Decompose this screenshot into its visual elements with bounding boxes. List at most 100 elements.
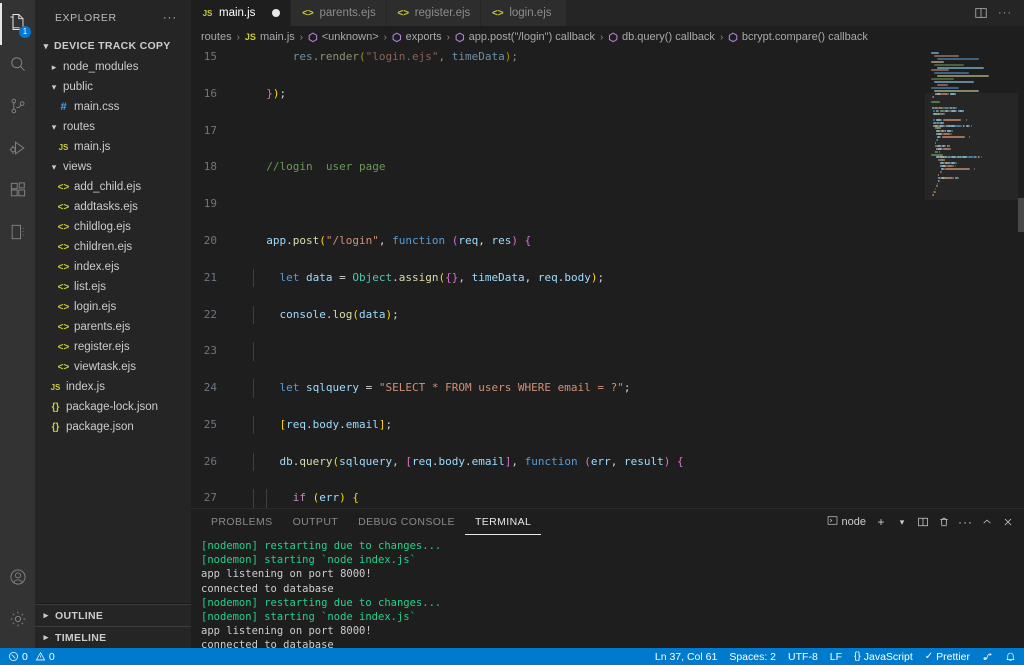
tree-folder-public[interactable]: ▾public	[35, 77, 191, 97]
activity-bar: 1	[0, 0, 35, 648]
code-scroll-region[interactable]: 15 res.render("login.ejs", timeData); 16 …	[191, 48, 925, 508]
code-line-text: if (err) {	[249, 489, 925, 507]
tree-file-add-child-ejs[interactable]: <>add_child.ejs	[35, 177, 191, 197]
activity-bar-item-source-control[interactable]	[0, 87, 35, 129]
status-remote[interactable]	[976, 648, 999, 665]
panel-tab-terminal[interactable]: TERMINAL	[465, 509, 541, 535]
terminal-shell-selector[interactable]: node	[823, 515, 870, 529]
editor-tab-main-js[interactable]: JSmain.js	[191, 0, 291, 26]
minimap[interactable]	[925, 48, 1024, 508]
sidebar-panel-timeline[interactable]: ▸ TIMELINE	[35, 626, 191, 648]
breadcrumb-item[interactable]: ⬡<unknown>	[308, 31, 379, 44]
code-line[interactable]: 23	[191, 342, 925, 360]
status-cursor-position[interactable]: Ln 37, Col 61	[649, 648, 723, 665]
terminal-line: [nodemon] restarting due to changes...	[201, 596, 1024, 610]
code-line[interactable]: 15 res.render("login.ejs", timeData);	[191, 48, 925, 66]
panel-tab-problems[interactable]: PROBLEMS	[201, 509, 283, 535]
editor-vertical-scrollbar[interactable]	[1018, 198, 1024, 232]
tree-file-register-ejs[interactable]: <>register.ejs	[35, 337, 191, 357]
check-icon: ✓	[925, 651, 933, 662]
code-line[interactable]: 18 //login user page	[191, 158, 925, 176]
activity-bar-item-search[interactable]	[0, 45, 35, 87]
code-line[interactable]: 27 if (err) {	[191, 489, 925, 507]
terminal-line: [nodemon] starting `node index.js`	[201, 553, 1024, 567]
editor-tab-login-ejs[interactable]: <>login.ejs	[481, 0, 567, 26]
unsaved-indicator-icon[interactable]	[272, 9, 280, 17]
ejs-file-icon: <>	[57, 342, 70, 353]
activity-bar-item-remote-explorer[interactable]	[0, 213, 35, 255]
panel-more-actions-button[interactable]: ···	[955, 511, 976, 533]
explorer-root-folder[interactable]: ▾ DEVICE TRACK COPY	[35, 35, 191, 57]
tree-folder-node-modules[interactable]: ▸node_modules	[35, 57, 191, 77]
split-editor-button[interactable]	[970, 2, 992, 24]
activity-bar-item-manage[interactable]	[0, 600, 35, 642]
tree-file-addtasks-ejs[interactable]: <>addtasks.ejs	[35, 197, 191, 217]
tree-file-parents-ejs[interactable]: <>parents.ejs	[35, 317, 191, 337]
terminal-output[interactable]: [nodemon] restarting due to changes...[n…	[191, 535, 1024, 648]
tree-file-children-ejs[interactable]: <>children.ejs	[35, 237, 191, 257]
sidebar-panel-outline[interactable]: ▸ OUTLINE	[35, 604, 191, 626]
code-line[interactable]: 25 [req.body.email];	[191, 416, 925, 434]
breadcrumb-item[interactable]: ⬡app.post("/login") callback	[455, 31, 595, 44]
status-eol[interactable]: LF	[824, 648, 848, 665]
terminal-dropdown-button[interactable]: ▾	[892, 511, 912, 533]
tree-folder-routes[interactable]: ▾routes	[35, 117, 191, 137]
minimap-line	[941, 119, 942, 121]
tree-file-main-js[interactable]: JSmain.js	[35, 137, 191, 157]
tree-file-viewtask-ejs[interactable]: <>viewtask.ejs	[35, 357, 191, 377]
code-line[interactable]: 26 db.query(sqlquery, [req.body.email], …	[191, 453, 925, 471]
breadcrumb-item[interactable]: ⬡db.query() callback	[608, 31, 715, 44]
tree-folder-views[interactable]: ▾views	[35, 157, 191, 177]
editor-more-actions-button[interactable]: ···	[994, 2, 1016, 24]
tree-file-index-js[interactable]: JSindex.js	[35, 377, 191, 397]
status-problems[interactable]: 0 0	[2, 648, 61, 665]
line-number: 15	[191, 48, 231, 66]
split-terminal-button[interactable]	[913, 511, 933, 533]
tree-file-package-json[interactable]: {}package.json	[35, 417, 191, 437]
maximize-panel-button[interactable]	[977, 511, 997, 533]
activity-bar-item-run-and-debug[interactable]	[0, 129, 35, 171]
code-line[interactable]: 20 app.post("/login", function (req, res…	[191, 232, 925, 250]
breadcrumb-item[interactable]: routes	[201, 31, 232, 43]
editor-tab-register-ejs[interactable]: <>register.ejs	[387, 0, 482, 26]
code-line[interactable]: 21 let data = Object.assign({}, timeData…	[191, 269, 925, 287]
activity-bar-item-explorer[interactable]: 1	[0, 3, 35, 45]
tree-file-login-ejs[interactable]: <>login.ejs	[35, 297, 191, 317]
js-file-icon: JS	[201, 9, 214, 18]
chevron-down-icon: ▾	[49, 122, 59, 133]
extensions-icon	[8, 180, 28, 205]
tree-file-list-ejs[interactable]: <>list.ejs	[35, 277, 191, 297]
terminal-line: [nodemon] restarting due to changes...	[201, 539, 1024, 553]
status-formatter[interactable]: ✓ Prettier	[919, 648, 976, 665]
tree-file-package-lock-json[interactable]: {}package-lock.json	[35, 397, 191, 417]
tree-file-childlog-ejs[interactable]: <>childlog.ejs	[35, 217, 191, 237]
breadcrumb-item[interactable]: ⬡exports	[392, 31, 442, 44]
breadcrumb-item[interactable]: JSmain.js	[245, 31, 295, 43]
code-line[interactable]: 16 });	[191, 85, 925, 103]
activity-bar-item-extensions[interactable]	[0, 171, 35, 213]
status-encoding[interactable]: UTF-8	[782, 648, 824, 665]
code-line[interactable]: 22 console.log(data);	[191, 306, 925, 324]
tree-file-index-ejs[interactable]: <>index.ejs	[35, 257, 191, 277]
status-notifications[interactable]	[999, 648, 1022, 665]
panel-tab-output[interactable]: OUTPUT	[283, 509, 349, 535]
code-line[interactable]: 24 let sqlquery = "SELECT * FROM users W…	[191, 379, 925, 397]
js-file-icon: JS	[245, 32, 256, 42]
status-indentation[interactable]: Spaces: 2	[723, 648, 782, 665]
activity-bar-item-accounts[interactable]	[0, 558, 35, 600]
code-line[interactable]: 17	[191, 122, 925, 140]
code-editor[interactable]: 15 res.render("login.ejs", timeData); 16 …	[191, 48, 1024, 508]
explorer-more-actions-icon[interactable]: ···	[163, 12, 185, 24]
new-terminal-button[interactable]: +	[871, 511, 891, 533]
kill-terminal-button[interactable]	[934, 511, 954, 533]
status-language-mode[interactable]: {} JavaScript	[848, 648, 919, 665]
breadcrumb-item[interactable]: ⬡bcrypt.compare() callback	[728, 31, 868, 44]
indent-guide	[253, 489, 254, 507]
code-line[interactable]: 19	[191, 195, 925, 213]
panel-tab-debug-console[interactable]: DEBUG CONSOLE	[348, 509, 465, 535]
tree-file-main-css[interactable]: #main.css	[35, 97, 191, 117]
editor-tab-parents-ejs[interactable]: <>parents.ejs	[291, 0, 386, 26]
tree-item-label: children.ejs	[74, 241, 132, 253]
chevron-down-icon: ▾	[49, 82, 59, 93]
close-panel-button[interactable]	[998, 511, 1018, 533]
